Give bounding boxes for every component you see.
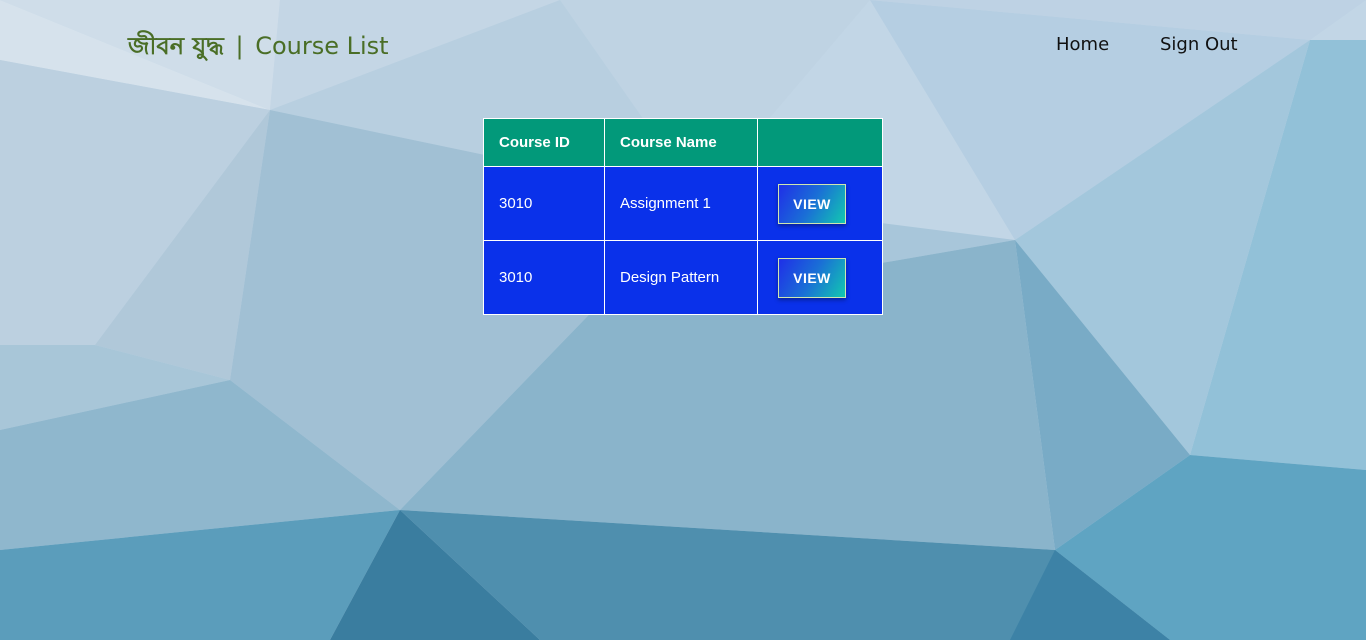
top-header: জীবন যুদ্ধ | Course List Home Sign Out	[0, 0, 1366, 90]
column-header-course-name: Course Name	[604, 118, 758, 167]
course-table: Course ID Course Name 3010 Assignment 1 …	[483, 118, 883, 315]
cell-action: VIEW	[757, 240, 883, 315]
nav-sign-out-link[interactable]: Sign Out	[1160, 34, 1238, 55]
table-row: 3010 Assignment 1 VIEW	[483, 166, 883, 241]
cell-course-name: Design Pattern	[604, 240, 758, 315]
cell-course-name: Assignment 1	[604, 166, 758, 241]
brand-separator: |	[235, 32, 244, 60]
nav-home-link[interactable]: Home	[1056, 34, 1109, 55]
column-header-action	[757, 118, 883, 167]
page-title: Course List	[255, 32, 389, 60]
brand-logo-text: জীবন যুদ্ধ	[128, 32, 224, 60]
view-button[interactable]: VIEW	[778, 257, 846, 298]
table-header-row: Course ID Course Name	[483, 118, 883, 167]
column-header-course-id: Course ID	[483, 118, 605, 167]
polygon-background	[0, 0, 1366, 640]
brand-title: জীবন যুদ্ধ | Course List	[128, 28, 389, 68]
table-row: 3010 Design Pattern VIEW	[483, 240, 883, 315]
view-button[interactable]: VIEW	[778, 183, 846, 224]
cell-action: VIEW	[757, 166, 883, 241]
cell-course-id: 3010	[483, 166, 605, 241]
cell-course-id: 3010	[483, 240, 605, 315]
